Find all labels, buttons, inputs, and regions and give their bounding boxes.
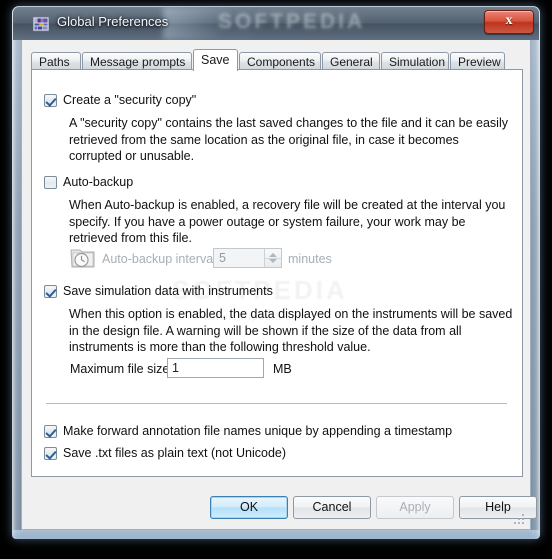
close-button[interactable]: x <box>484 10 534 34</box>
auto-backup-description: When Auto-backup is enabled, a recovery … <box>69 198 506 245</box>
save-simulation-data-description: When this option is enabled, the data di… <box>69 307 513 354</box>
auto-backup-interval-value: 5 <box>219 251 226 265</box>
titlebar-watermark: SOFTPEDIA <box>218 10 366 33</box>
auto-backup-interval-stepper[interactable]: 5 <box>213 248 282 268</box>
auto-backup-interval-label: Auto-backup interval: <box>102 252 220 266</box>
auto-backup-interval-units: minutes <box>288 252 332 266</box>
tab-simulation[interactable]: Simulation <box>381 52 449 70</box>
save-simulation-data-checkbox[interactable] <box>44 285 57 298</box>
spinner-up-icon[interactable] <box>269 253 277 257</box>
forward-annotation-checkbox[interactable] <box>44 425 57 438</box>
window-frame-bottom <box>12 530 540 539</box>
title-bar[interactable]: SOFTPEDIA Global Preferences x <box>13 7 539 40</box>
tab-save[interactable]: Save <box>193 49 238 71</box>
tab-general[interactable]: General <box>322 52 380 70</box>
close-icon: x <box>505 13 513 28</box>
save-tab-panel: SOFTPEDIA www.softpedia.com Create a "se… <box>31 69 523 477</box>
save-simulation-data-label: Save simulation data with instruments <box>63 284 273 298</box>
window-frame-left <box>12 6 21 539</box>
forward-annotation-label: Make forward annotation file names uniqu… <box>63 424 453 438</box>
maximum-file-size-units: MB <box>273 362 292 376</box>
auto-backup-label: Auto-backup <box>63 175 134 189</box>
ok-button[interactable]: OK <box>210 496 288 519</box>
maximum-file-size-label: Maximum file size: <box>70 362 173 376</box>
tab-preview[interactable]: Preview <box>450 52 505 70</box>
cancel-button[interactable]: Cancel <box>293 496 371 519</box>
security-copy-label: Create a "security copy" <box>63 93 197 107</box>
window-frame-right <box>531 6 540 539</box>
section-divider <box>46 403 507 405</box>
dialog-window: SOFTPEDIA Global Preferences x Paths Mes… <box>12 6 540 539</box>
auto-backup-checkbox[interactable] <box>44 176 57 189</box>
app-icon <box>33 16 49 32</box>
apply-button: Apply <box>376 496 454 519</box>
tab-strip: Paths Message prompts Save Components Ge… <box>31 49 523 71</box>
security-copy-checkbox[interactable] <box>44 94 57 107</box>
dialog-client-area: Paths Message prompts Save Components Ge… <box>21 40 537 530</box>
spinner-divider <box>265 258 281 259</box>
tab-message-prompts[interactable]: Message prompts <box>82 52 192 70</box>
window-title: Global Preferences <box>57 14 169 29</box>
spinner-down-icon[interactable] <box>269 259 277 263</box>
folder-clock-icon <box>70 249 95 268</box>
plain-text-label: Save .txt files as plain text (not Unico… <box>63 446 287 460</box>
plain-text-checkbox[interactable] <box>44 447 57 460</box>
tab-components[interactable]: Components <box>239 52 321 70</box>
tab-paths[interactable]: Paths <box>31 52 81 70</box>
maximum-file-size-input[interactable]: 1 <box>167 358 264 378</box>
resize-grip[interactable] <box>514 514 526 526</box>
security-copy-description: A "security copy" contains the last save… <box>69 116 508 163</box>
